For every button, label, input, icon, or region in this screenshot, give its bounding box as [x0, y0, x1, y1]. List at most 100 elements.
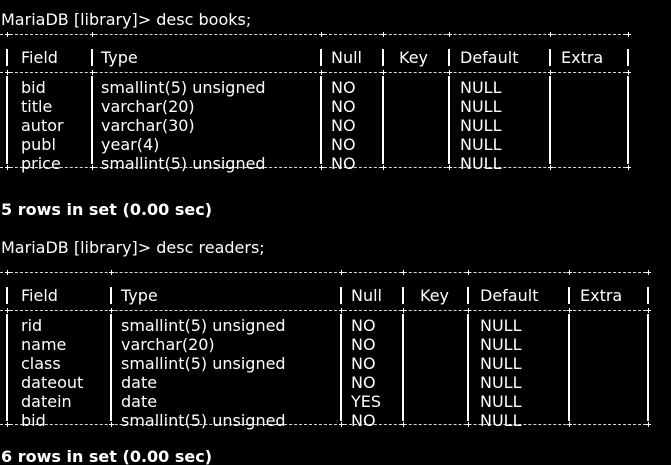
column-divider [402, 314, 404, 421]
table-corner [319, 70, 324, 75]
table-row: rid smallint(5) unsigned NO NULL [0, 316, 671, 335]
table-cell: NO [351, 354, 376, 373]
table-corner [90, 32, 95, 37]
table-corner [5, 70, 10, 75]
table-corner [5, 32, 10, 37]
table-cell: NULL [460, 78, 502, 97]
column-header: Field [21, 286, 58, 305]
prompt-line-readers: MariaDB [library]> desc readers; [1, 238, 265, 257]
table-cell: varchar(20) [101, 97, 195, 116]
table-corner [646, 308, 651, 313]
table-cell: year(4) [101, 135, 160, 154]
table-cell: NO [351, 373, 376, 392]
table-corner [466, 308, 471, 313]
column-divider [320, 76, 322, 164]
table-corner [339, 270, 344, 275]
table-cell: NO [351, 411, 376, 430]
table-corner [381, 32, 386, 37]
table-cell: NULL [460, 135, 502, 154]
table-row: bid smallint(5) unsigned NO NULL [0, 411, 671, 430]
column-divider [627, 49, 629, 66]
table-corner [567, 308, 572, 313]
table-header-row: Field Type Null Key Default Extra [0, 48, 671, 67]
table-row: title varchar(20) NO NULL [0, 97, 671, 116]
table-cell: smallint(5) unsigned [101, 78, 266, 97]
table-corner [381, 70, 386, 75]
table-cell: NO [331, 97, 356, 116]
table-corner [90, 70, 95, 75]
column-header: Null [351, 286, 382, 305]
table-cell: name [21, 335, 67, 354]
column-divider [647, 314, 649, 421]
table-cell: NO [351, 335, 376, 354]
status-line-readers: 6 rows in set (0.00 sec) [1, 447, 213, 465]
table-cell: NO [331, 116, 356, 135]
column-header: Extra [580, 286, 623, 305]
table-row: publ year(4) NO NULL [0, 135, 671, 154]
table-cell: bid [21, 411, 46, 430]
table-corner [466, 270, 471, 275]
table-border-line [0, 310, 651, 313]
table-row: dateout date NO NULL [0, 373, 671, 392]
column-divider [6, 76, 8, 164]
table-cell: NULL [460, 116, 502, 135]
table-corner [548, 70, 553, 75]
column-divider [320, 49, 322, 66]
table-corner [401, 270, 406, 275]
table-row: price smallint(5) unsigned NO NULL [0, 154, 671, 173]
table-row: class smallint(5) unsigned NO NULL [0, 354, 671, 373]
table-corner [401, 308, 406, 313]
column-divider [448, 49, 450, 66]
column-divider [467, 314, 469, 421]
table-cell: smallint(5) unsigned [121, 411, 286, 430]
table-cell: NULL [480, 411, 522, 430]
table-corner [319, 32, 324, 37]
table-cell: NO [331, 78, 356, 97]
column-header: Null [331, 48, 362, 67]
column-header: Field [21, 48, 58, 67]
table-cell: dateout [21, 373, 84, 392]
table-cell: date [121, 373, 158, 392]
prompt-line-books: MariaDB [library]> desc books; [1, 10, 252, 29]
table-corner [109, 270, 114, 275]
table-cell: publ [21, 135, 56, 154]
column-divider [6, 287, 8, 304]
table-row: datein date YES NULL [0, 392, 671, 411]
table-cell: YES [351, 392, 382, 411]
terminal-window[interactable]: MariaDB [library]> desc books; Field Type… [0, 0, 671, 465]
column-divider [340, 287, 342, 304]
table-cell: title [21, 97, 53, 116]
table-row: autor varchar(30) NO NULL [0, 116, 671, 135]
column-divider [340, 314, 342, 421]
column-header: Extra [561, 48, 604, 67]
table-corner [5, 308, 10, 313]
table-cell: NO [351, 316, 376, 335]
column-divider [91, 49, 93, 66]
column-divider [467, 287, 469, 304]
column-divider [448, 76, 450, 164]
table-cell: datein [21, 392, 72, 411]
column-divider [627, 76, 629, 164]
table-cell: NO [331, 154, 356, 173]
table-cell: bid [21, 78, 46, 97]
column-divider [91, 76, 93, 164]
table-corner [646, 270, 651, 275]
table-cell: smallint(5) unsigned [121, 316, 286, 335]
table-cell: rid [21, 316, 43, 335]
table-row: name varchar(20) NO NULL [0, 335, 671, 354]
table-cell: NULL [480, 373, 522, 392]
column-header: Type [121, 286, 158, 305]
table-corner [339, 308, 344, 313]
table-corner [447, 70, 452, 75]
table-corner [109, 308, 114, 313]
table-cell: NULL [480, 335, 522, 354]
table-cell: varchar(20) [121, 335, 215, 354]
column-header: Default [480, 286, 539, 305]
table-cell: price [21, 154, 61, 173]
column-header: Type [101, 48, 138, 67]
table-cell: NO [331, 135, 356, 154]
table-cell: smallint(5) unsigned [101, 154, 266, 173]
table-header-row: Field Type Null Key Default Extra [0, 286, 671, 305]
table-corner [567, 270, 572, 275]
column-header: Key [399, 48, 429, 67]
